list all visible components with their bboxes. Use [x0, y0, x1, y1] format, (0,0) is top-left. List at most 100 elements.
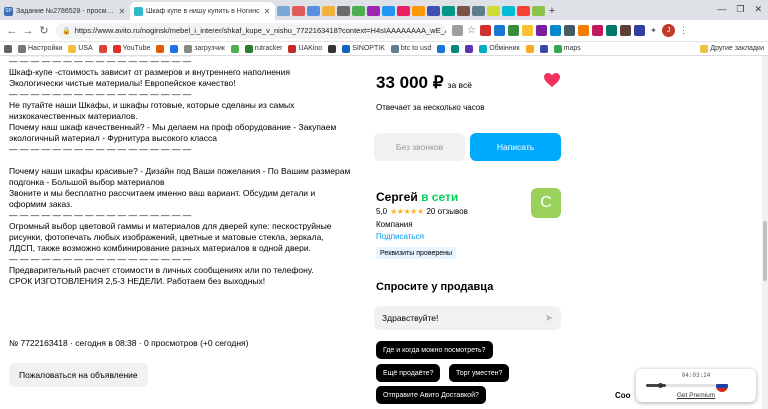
puzzle-icon[interactable]: ✦: [648, 25, 659, 36]
menu-icon[interactable]: ⋮: [678, 25, 689, 36]
bookmark-item[interactable]: USA: [68, 44, 93, 53]
profile-avatar[interactable]: J: [662, 24, 675, 37]
other-bookmarks[interactable]: Другие закладки: [700, 44, 764, 53]
extension-icon[interactable]: [494, 25, 505, 36]
star-icon[interactable]: ☆: [466, 25, 477, 36]
tab-favicon-icon[interactable]: [472, 6, 485, 16]
minimize-button[interactable]: —: [717, 4, 726, 14]
tab-favicon-icon[interactable]: [277, 6, 290, 16]
seller-name[interactable]: Сергей в сети: [376, 190, 458, 204]
extension-icon[interactable]: [578, 25, 589, 36]
no-calls-button[interactable]: Без звонков: [374, 133, 465, 161]
extension-icon[interactable]: [606, 25, 617, 36]
description-line: экологичный материал - Фурнитура высоког…: [9, 133, 218, 143]
scrollbar-thumb[interactable]: [763, 221, 767, 281]
bookmark-item[interactable]: btc to usd: [390, 44, 431, 53]
tab-avito[interactable]: Шкаф купе в нишу купить в Ногинс ✕: [130, 2, 275, 20]
extension-icon[interactable]: [634, 25, 645, 36]
bookmark-item[interactable]: rutracker: [244, 44, 282, 53]
tab-favicon-icon[interactable]: [532, 6, 545, 16]
message-input[interactable]: [382, 313, 545, 323]
extension-icon[interactable]: [592, 25, 603, 36]
close-window-button[interactable]: ✕: [754, 4, 762, 15]
back-icon[interactable]: ←: [4, 25, 20, 37]
tab-favicon-icon[interactable]: [352, 6, 365, 16]
description-line: Звоните и мы бесплатно рассчитаем именно…: [9, 188, 316, 198]
close-tab-icon[interactable]: ✕: [118, 7, 126, 16]
share-icon[interactable]: [452, 25, 463, 36]
bookmark-icon: [328, 44, 337, 53]
quick-question-chip[interactable]: Торг уместен?: [449, 364, 510, 382]
tab-favicon-icon[interactable]: [307, 6, 320, 16]
tab-favicon-icon[interactable]: [382, 6, 395, 16]
extension-icon[interactable]: [508, 25, 519, 36]
extension-icon[interactable]: [620, 25, 631, 36]
reload-icon[interactable]: ↻: [36, 24, 52, 37]
tab-favicon-icon[interactable]: [457, 6, 470, 16]
globe-icon: [390, 44, 399, 53]
vpn-widget[interactable]: Coo 04:03:24 Get Premium: [615, 369, 756, 402]
verified-badge[interactable]: Реквизиты проверены: [376, 247, 457, 259]
new-tab-button[interactable]: +: [545, 2, 559, 20]
bookmark-item[interactable]: Настройки: [18, 44, 62, 53]
tab-favicon-icon[interactable]: [337, 6, 350, 16]
bookmark-item[interactable]: [328, 44, 337, 53]
bookmark-item[interactable]: загрузчик: [184, 44, 225, 53]
bookmark-item[interactable]: [525, 44, 534, 53]
tab-favicon-icon[interactable]: [322, 6, 335, 16]
bookmark-item[interactable]: [465, 44, 474, 53]
extension-icon[interactable]: [522, 25, 533, 36]
tab-favicon-icon[interactable]: [487, 6, 500, 16]
bookmark-item[interactable]: [539, 44, 548, 53]
maximize-button[interactable]: ❐: [736, 4, 744, 15]
tab-favicon-icon[interactable]: [442, 6, 455, 16]
window-controls: — ❐ ✕: [717, 0, 768, 18]
bookmark-item[interactable]: maps: [553, 44, 581, 53]
bookmark-item[interactable]: YouTube: [112, 44, 150, 53]
seller-rating[interactable]: 5,0 ★★★★★ 20 отзывов: [376, 207, 468, 216]
send-icon[interactable]: ➤: [545, 313, 553, 324]
apps-icon[interactable]: [4, 44, 12, 53]
bookmark-item[interactable]: SINOPTIK: [342, 44, 385, 53]
quick-question-chip[interactable]: Где и когда можно посмотреть?: [376, 341, 493, 359]
tab-favicon-icon[interactable]: [412, 6, 425, 16]
url-input[interactable]: 🔒 https://www.avito.ru/noginsk/mebel_i_i…: [56, 22, 446, 39]
quick-question-chip[interactable]: Ещё продаёте?: [376, 364, 441, 382]
bookmark-item[interactable]: [451, 44, 460, 53]
get-premium-link[interactable]: Get Premium: [636, 392, 756, 399]
message-field[interactable]: ➤: [374, 306, 561, 330]
forward-icon[interactable]: →: [20, 25, 36, 37]
tab-favicon-icon[interactable]: [427, 6, 440, 16]
bookmark-item[interactable]: [230, 44, 239, 53]
bookmark-item[interactable]: [98, 44, 107, 53]
url-text: https://www.avito.ru/noginsk/mebel_i_int…: [74, 26, 446, 35]
quick-question-chip[interactable]: Отправите Авито Доставкой?: [376, 386, 486, 404]
write-message-button[interactable]: Написать: [470, 133, 561, 161]
extension-icon[interactable]: [564, 25, 575, 36]
bookmark-item[interactable]: UAKino: [288, 44, 322, 53]
description-line: Почему наш шкаф качественный? - Мы делае…: [9, 122, 337, 132]
seller-avatar[interactable]: С: [531, 188, 561, 218]
russia-flag-icon[interactable]: [716, 380, 728, 392]
close-tab-icon[interactable]: ✕: [263, 7, 271, 16]
subscribe-link[interactable]: Подписаться: [376, 232, 424, 241]
price-suffix: за всё: [447, 80, 472, 90]
bookmark-item[interactable]: Обмінник: [479, 44, 520, 53]
tab-favicon-icon[interactable]: [502, 6, 515, 16]
bookmark-icon: [451, 44, 460, 53]
tab-favicon-icon[interactable]: [517, 6, 530, 16]
extension-icon[interactable]: [536, 25, 547, 36]
extension-icon[interactable]: [550, 25, 561, 36]
favorite-heart-icon[interactable]: [544, 73, 560, 92]
extension-icon[interactable]: [480, 25, 491, 36]
complain-button[interactable]: Пожаловаться на объявление: [9, 363, 148, 387]
tab-task[interactable]: SP Задание №2786528 - просмотр з ✕: [0, 2, 130, 20]
bookmark-item[interactable]: [437, 44, 446, 53]
vpn-progress-knob[interactable]: [658, 383, 663, 388]
tab-favicon-icon[interactable]: [367, 6, 380, 16]
bookmark-item[interactable]: [170, 44, 179, 53]
tab-favicon-icon[interactable]: [397, 6, 410, 16]
tab-favicon-icon[interactable]: [292, 6, 305, 16]
tab-title: Шкаф купе в нишу купить в Ногинс: [146, 7, 260, 15]
bookmark-item[interactable]: [156, 44, 165, 53]
